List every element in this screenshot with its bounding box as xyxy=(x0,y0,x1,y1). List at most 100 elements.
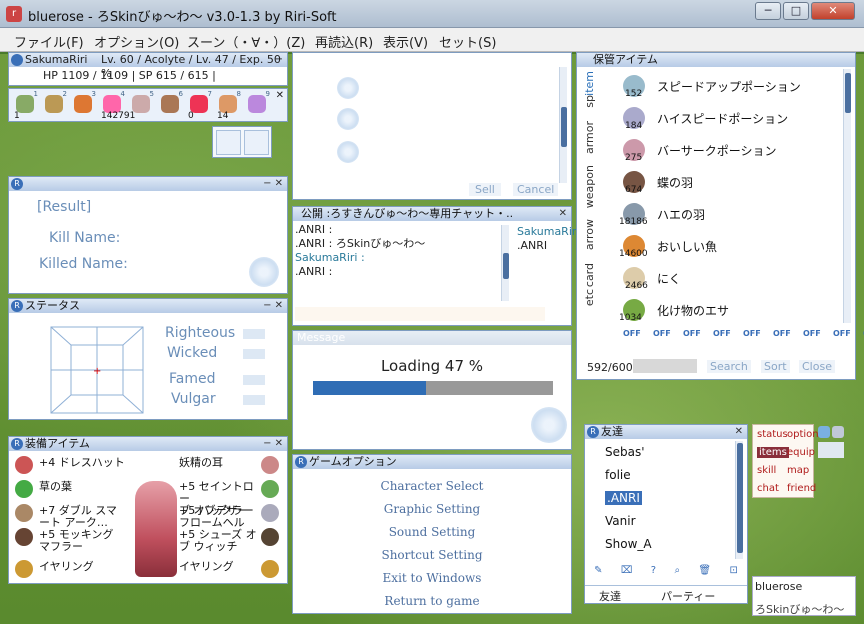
chat-input[interactable] xyxy=(295,307,545,321)
basic-info-window[interactable]: SakumaRiri Lv. 60 / Acolyte / Lv. 47 / E… xyxy=(8,52,288,99)
storage-item-name[interactable]: バーサークポーション xyxy=(657,142,777,159)
storage-search-input[interactable] xyxy=(633,359,697,373)
id-icon[interactable]: ⌧ xyxy=(621,565,633,581)
friend-list-item[interactable]: Vanir xyxy=(605,514,636,528)
help-icon[interactable]: ? xyxy=(651,565,656,581)
filter-toggle[interactable]: OFF xyxy=(833,329,851,338)
equip-item-icon[interactable] xyxy=(261,456,279,474)
storage-tab-weapon[interactable]: weapon xyxy=(583,165,596,208)
filter-toggle[interactable]: OFF xyxy=(683,329,701,338)
friend-close-icon[interactable]: ✕ xyxy=(735,425,743,439)
menu-file[interactable]: ファイル(F) xyxy=(14,28,84,51)
hotkey-slot[interactable]: 07 xyxy=(186,90,212,121)
equip-item-icon[interactable] xyxy=(15,560,33,578)
wing-icon[interactable] xyxy=(832,426,844,438)
side-menu-option[interactable]: option xyxy=(787,429,819,440)
friend-list-item[interactable]: Sebas' xyxy=(605,445,645,459)
storage-item-name[interactable]: ハイスピードポーション xyxy=(657,110,788,127)
loading-message-window[interactable]: Message Loading 47 % xyxy=(292,330,572,450)
storage-item-name[interactable]: スピードアップポーション xyxy=(657,78,801,95)
menu-reload[interactable]: 再読込(R) xyxy=(315,28,373,51)
storage-tab-armor[interactable]: armor xyxy=(583,121,596,154)
pvp-result-window[interactable]: R − ✕ [Result] Kill Name: Killed Name: xyxy=(8,176,288,294)
side-menu-skill[interactable]: skill xyxy=(757,465,776,476)
equip-item-icon[interactable] xyxy=(261,504,279,522)
equip-item-icon[interactable] xyxy=(261,480,279,498)
side-menu-map[interactable]: map xyxy=(787,465,809,476)
side-menu-friend[interactable]: friend xyxy=(787,483,816,494)
shortcut-setting-button[interactable]: Shortcut Setting xyxy=(293,548,571,562)
close-button[interactable]: ✕ xyxy=(811,2,855,20)
side-menu-equip[interactable]: equip xyxy=(787,447,815,458)
cancel-button[interactable]: Cancel xyxy=(513,183,559,196)
equipment-window[interactable]: R 装備アイテム − ✕ +4 ドレスハット 草の葉 +7 ダブル スマ ート アーク…… xyxy=(8,436,288,584)
member-name[interactable]: .ANRI xyxy=(517,239,579,253)
window-buttons[interactable]: − ✕ xyxy=(263,437,283,451)
friend-list-item[interactable]: folie xyxy=(605,468,631,482)
filter-toggle[interactable]: OFF xyxy=(773,329,791,338)
storage-item-name[interactable]: にく xyxy=(657,270,681,287)
graphic-setting-button[interactable]: Graphic Setting xyxy=(293,502,571,516)
friend-window[interactable]: R 友達 ✕ Sebas' folie .ANRI Vanir Show_A ✎ ⌧? ⌕ 🗑 ⊡ … xyxy=(584,424,748,604)
arrows-icon[interactable] xyxy=(818,442,844,458)
trash-icon[interactable]: 🗑 xyxy=(698,565,711,581)
friend-list-item[interactable]: Show_A xyxy=(605,537,652,551)
close-storage-button[interactable]: Close xyxy=(799,360,835,373)
minimize-button[interactable]: ─ xyxy=(755,2,781,20)
storage-tab-arrow[interactable]: arrow xyxy=(583,219,596,250)
equip-item-icon[interactable] xyxy=(15,504,33,522)
storage-window[interactable]: 保管アイテム item sp armor weapon arrow card etc 152… xyxy=(576,52,864,380)
equip-left-item[interactable]: イヤリング xyxy=(39,561,129,573)
game-options-window[interactable]: R ゲームオプション Character Select Graphic Setti… xyxy=(292,454,572,614)
equip-item-icon[interactable] xyxy=(261,560,279,578)
sound-setting-button[interactable]: Sound Setting xyxy=(293,525,571,539)
mini-char-window[interactable]: bluerose ろSkinびゅ～わ～ xyxy=(752,576,856,616)
chat-scrollbar[interactable] xyxy=(501,225,509,301)
sort-button[interactable]: Sort xyxy=(761,360,790,373)
filter-toggle[interactable]: OFF xyxy=(623,329,641,338)
scrollbar[interactable] xyxy=(559,67,567,183)
storage-tab-card[interactable]: card xyxy=(583,263,596,287)
equip-right-item[interactable]: +5 バックラー フロームヘル xyxy=(179,505,259,529)
edit-icon[interactable]: ✎ xyxy=(594,565,602,581)
status-window[interactable]: R ステータス − ✕ + Righteous Wicked Famed Vulga… xyxy=(8,298,288,420)
minimize-icon[interactable]: − xyxy=(275,53,283,67)
storage-item-name[interactable]: おいしい魚 xyxy=(657,238,717,255)
search-button[interactable]: Search xyxy=(707,360,751,373)
menu-set[interactable]: セット(S) xyxy=(439,28,496,51)
equip-left-item[interactable]: +7 ダブル スマ ート アーク… xyxy=(39,505,129,529)
storage-item-name[interactable]: ハエの羽 xyxy=(657,206,705,223)
equip-item-icon[interactable] xyxy=(15,456,33,474)
equip-left-item[interactable]: +5 モッキング マフラー xyxy=(39,529,129,553)
friend-list-item[interactable]: .ANRI xyxy=(605,491,642,505)
equip-right-item[interactable]: イヤリング xyxy=(179,561,259,573)
return-to-game-button[interactable]: Return to game xyxy=(293,594,571,608)
storage-tab-etc[interactable]: etc xyxy=(583,289,596,306)
hotkey-slot[interactable]: 9 xyxy=(244,90,270,119)
equip-right-item[interactable]: 妖精の耳 xyxy=(179,457,259,469)
equip-right-item[interactable]: +5 シューズ オ ブ ウィッチ xyxy=(179,529,259,553)
filter-toggle[interactable]: OFF xyxy=(743,329,761,338)
hotkey-slot[interactable]: 5 xyxy=(128,90,154,119)
exit-to-windows-button[interactable]: Exit to Windows xyxy=(293,571,571,585)
filter-toggle[interactable]: OFF xyxy=(803,329,821,338)
window-buttons[interactable]: − ✕ xyxy=(263,299,283,313)
side-menu-status[interactable]: status xyxy=(757,429,788,440)
npc-sell-window[interactable]: Sell Cancel xyxy=(292,52,572,200)
menu-option[interactable]: オプション(O) xyxy=(94,28,179,51)
side-menu-chat[interactable]: chat xyxy=(757,483,779,494)
quick-item-icons[interactable] xyxy=(816,424,846,464)
storage-item-name[interactable]: 蝶の羽 xyxy=(657,174,693,191)
window-buttons[interactable]: − ✕ xyxy=(263,177,283,191)
filter-toggle[interactable]: OFF xyxy=(713,329,731,338)
equip-left-item[interactable]: +4 ドレスハット xyxy=(39,457,129,469)
hotkey-slot[interactable]: 11 xyxy=(12,90,38,121)
side-menu-items[interactable]: items xyxy=(757,447,789,458)
hotbar-close-icon[interactable]: ✕ xyxy=(276,90,284,101)
character-select-button[interactable]: Character Select xyxy=(293,479,571,493)
lock-icon[interactable]: ⊡ xyxy=(729,565,737,581)
hotkey-slot[interactable]: 14 8 xyxy=(215,90,241,121)
potion-icon[interactable] xyxy=(818,426,830,438)
hotkey-slot[interactable]: 142791 4 xyxy=(99,90,135,121)
friend-scrollbar[interactable] xyxy=(735,441,743,559)
